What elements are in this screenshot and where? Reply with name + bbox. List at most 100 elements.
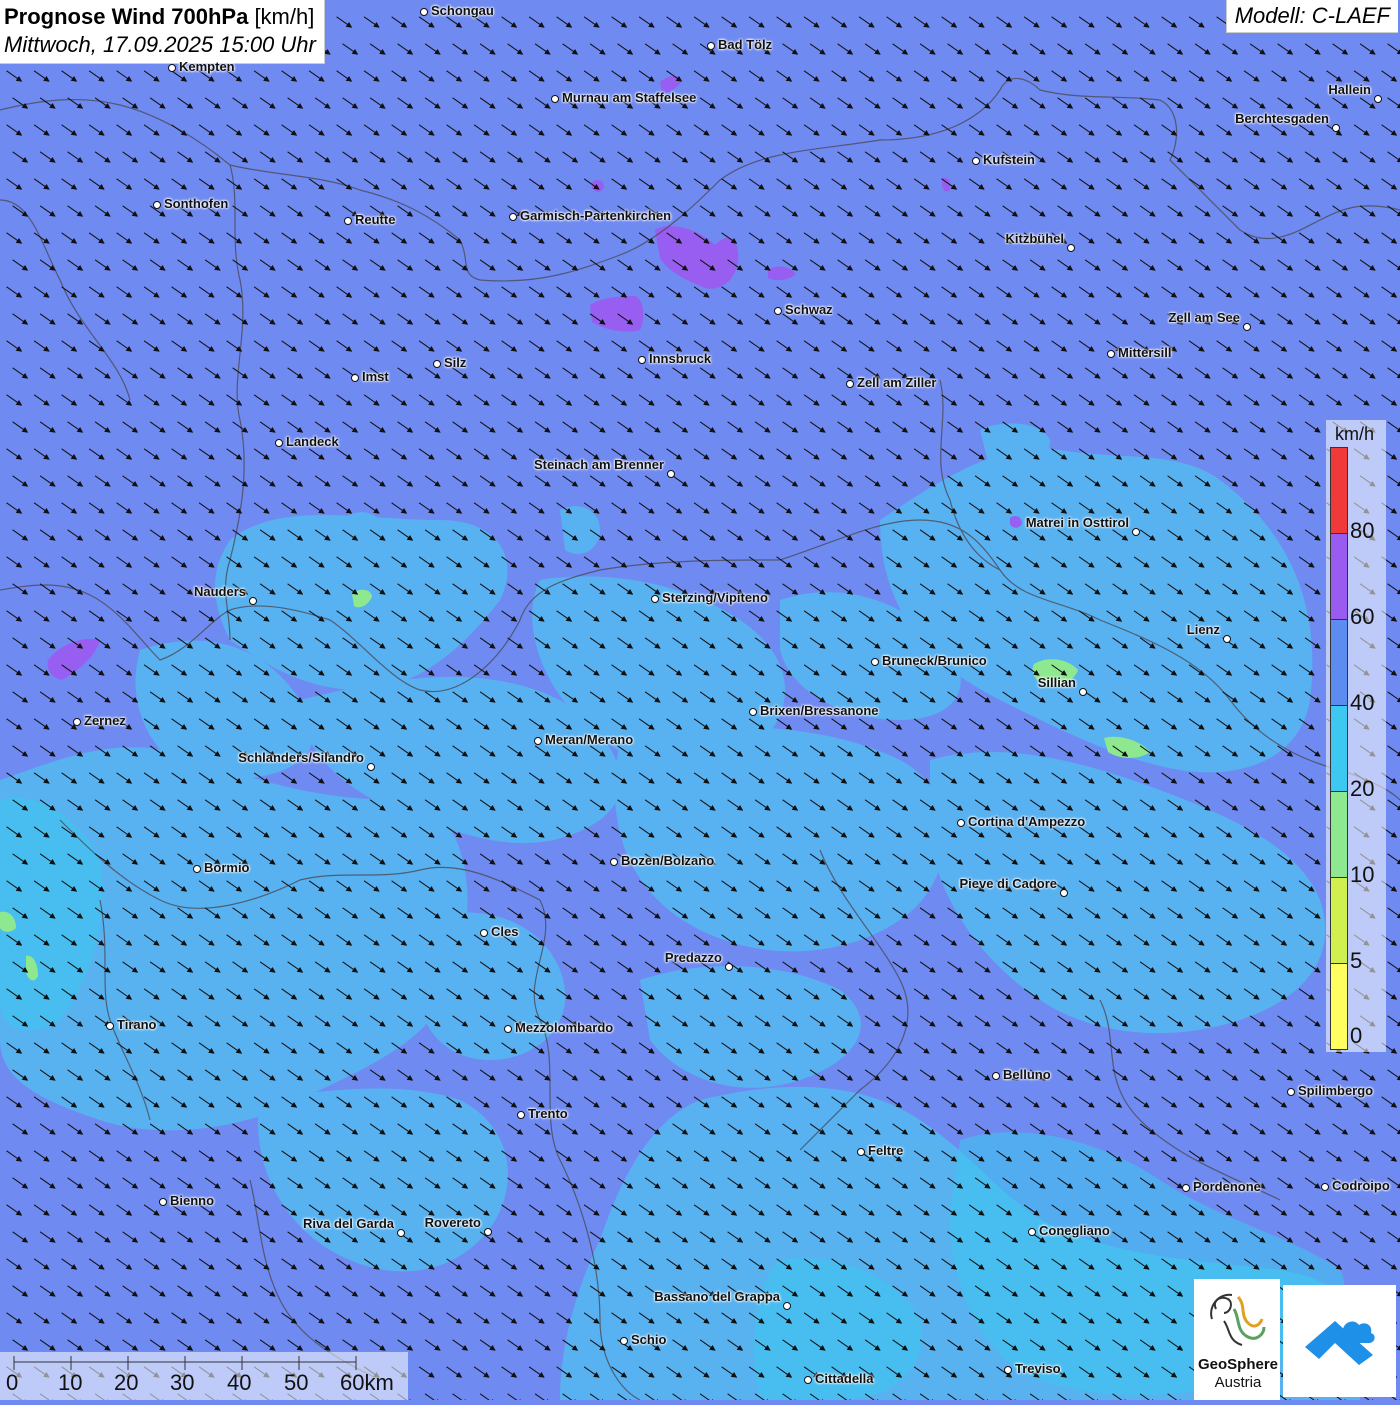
city-marker <box>504 1025 512 1033</box>
legend-label: 80 <box>1350 518 1375 543</box>
city-label: Bienno <box>170 1193 215 1208</box>
city-label: Bad Tölz <box>718 37 773 52</box>
city-label: Riva del Garda <box>302 1216 394 1231</box>
city-marker <box>367 763 375 771</box>
city-label: Zell am See <box>1168 310 1240 325</box>
city-label: Treviso <box>1015 1361 1061 1376</box>
city-marker <box>1321 1183 1329 1191</box>
city-marker <box>857 1148 865 1156</box>
geosphere-logo-line2: Austria <box>1214 1374 1262 1391</box>
city-marker <box>1243 323 1251 331</box>
city-label: Mittersill <box>1118 345 1172 360</box>
city-marker <box>707 42 715 50</box>
city-marker <box>620 1337 628 1345</box>
city-marker <box>667 470 675 478</box>
city-label: Cortina d'Ampezzo <box>968 814 1086 829</box>
city-label: Zell am Ziller <box>857 375 937 390</box>
app-logo[interactable] <box>1283 1285 1396 1397</box>
city-marker <box>957 819 965 827</box>
city-label: Cles <box>491 924 519 939</box>
city-label: Rovereto <box>424 1215 481 1230</box>
city-marker <box>774 307 782 315</box>
city-label: Pordenone <box>1193 1179 1261 1194</box>
city-marker <box>193 865 201 873</box>
legend-color-swatch <box>1330 963 1348 1050</box>
city-marker <box>517 1111 525 1119</box>
city-label: Lienz <box>1186 622 1220 637</box>
city-marker <box>1182 1184 1190 1192</box>
city-label: Codroipo <box>1332 1178 1390 1193</box>
city-label: Zernez <box>84 713 126 728</box>
city-marker <box>638 356 646 364</box>
city-label: Pieve di Cadore <box>959 876 1057 891</box>
city-label: Kempten <box>179 59 235 74</box>
city-marker <box>1004 1366 1012 1374</box>
city-marker <box>846 380 854 388</box>
city-label: Cittadella <box>815 1371 874 1386</box>
scale-label: 60km <box>340 1370 394 1395</box>
city-label: Trento <box>528 1106 568 1121</box>
city-marker <box>972 157 980 165</box>
city-marker <box>275 439 283 447</box>
city-label: Brixen/Bressanone <box>760 703 879 718</box>
title-box: Prognose Wind 700hPa [km/h] Mittwoch, 17… <box>0 0 325 64</box>
city-label: Feltre <box>868 1143 904 1158</box>
city-marker <box>484 1228 492 1236</box>
city-marker <box>351 374 359 382</box>
city-marker <box>749 708 757 716</box>
legend-unit: km/h <box>1335 424 1375 444</box>
city-marker <box>1374 95 1382 103</box>
city-label: Schlanders/Silandro <box>238 750 364 765</box>
city-marker <box>1132 528 1140 536</box>
scale-label: 30 <box>170 1370 195 1395</box>
city-label: Schwaz <box>785 302 833 317</box>
legend-color-swatch <box>1330 619 1348 706</box>
legend-color-swatch <box>1330 791 1348 878</box>
city-marker <box>1223 635 1231 643</box>
city-label: Belluno <box>1003 1067 1051 1082</box>
city-label: Imst <box>362 369 389 384</box>
city-marker <box>1287 1088 1295 1096</box>
city-label: Landeck <box>286 434 339 449</box>
city-marker <box>509 213 517 221</box>
weather-app-icon <box>1305 1321 1375 1365</box>
city-marker <box>804 1376 812 1384</box>
scale-label: 50 <box>284 1370 309 1395</box>
city-label: Sillian <box>1037 675 1076 690</box>
city-marker <box>249 597 257 605</box>
legend-label: 40 <box>1350 690 1375 715</box>
city-marker <box>534 737 542 745</box>
city-marker <box>651 595 659 603</box>
city-marker <box>1107 350 1115 358</box>
forecast-datetime: Mittwoch, 17.09.2025 15:00 Uhr <box>4 32 316 57</box>
city-label: Innsbruck <box>649 351 712 366</box>
legend-color-swatch <box>1330 705 1348 792</box>
city-label: Kitzbühel <box>1005 231 1065 246</box>
legend-color-swatch <box>1330 447 1348 534</box>
legend-color-swatch <box>1330 533 1348 620</box>
city-marker <box>783 1302 791 1310</box>
city-marker <box>106 1022 114 1030</box>
scale-label: 10 <box>58 1370 83 1395</box>
city-label: Steinach am Brenner <box>533 457 664 472</box>
city-label: Hallein <box>1328 82 1371 97</box>
city-marker <box>725 963 733 971</box>
map-title: Prognose Wind 700hPa [km/h] <box>4 4 315 29</box>
city-label: Predazzo <box>664 950 722 965</box>
city-marker <box>159 1198 167 1206</box>
city-label: Bassano del Grappa <box>654 1289 780 1304</box>
city-label: Mezzolombardo <box>515 1020 614 1035</box>
legend-label: 0 <box>1350 1023 1363 1048</box>
city-label: Sterzing/Vipiteno <box>662 590 768 605</box>
city-marker <box>344 217 352 225</box>
city-label: Sonthofen <box>164 196 229 211</box>
city-marker <box>871 658 879 666</box>
scale-label: 20 <box>114 1370 139 1395</box>
city-label: Nauders <box>193 584 246 599</box>
city-label: Reutte <box>355 212 396 227</box>
legend-label: 20 <box>1350 776 1375 801</box>
city-marker <box>397 1229 405 1237</box>
city-marker <box>168 64 176 72</box>
city-marker <box>433 360 441 368</box>
city-label: Meran/Merano <box>545 732 634 747</box>
